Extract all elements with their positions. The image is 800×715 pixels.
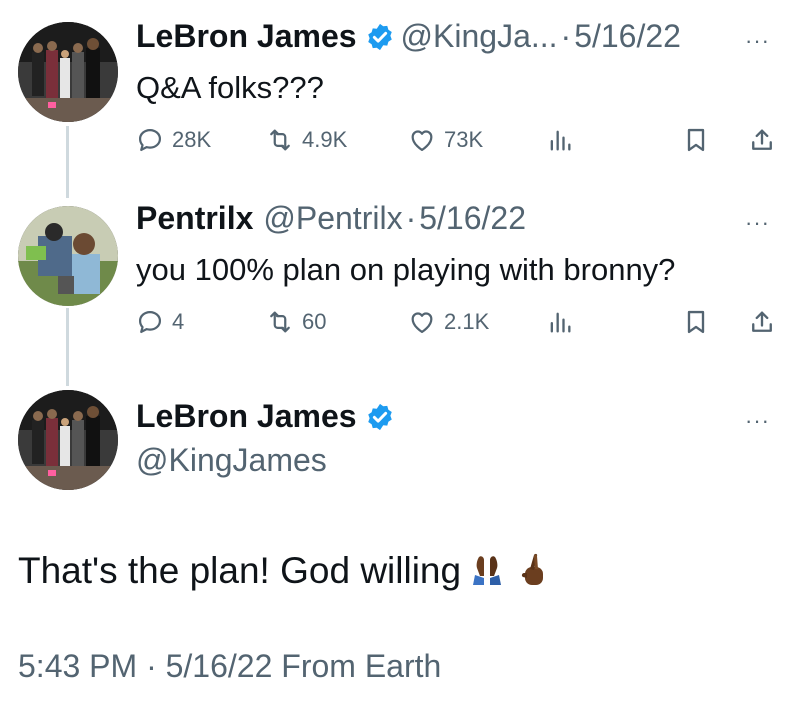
verified-badge-icon: [365, 22, 395, 52]
avatar-lebron[interactable]: [18, 390, 118, 490]
retweet-count: 4.9K: [302, 127, 348, 152]
thread-line: [66, 308, 69, 386]
main-tweet-header: LeBron James: [136, 398, 401, 435]
author-handle[interactable]: @KingJames: [136, 442, 327, 479]
folded-hands-emoji: [467, 551, 507, 591]
views-button[interactable]: [546, 302, 582, 342]
avatar-pentrilx[interactable]: [18, 206, 118, 306]
reply-icon: [138, 128, 162, 152]
retweet-count: 60: [302, 309, 327, 334]
bookmark-button[interactable]: [682, 120, 718, 160]
thread-line: [66, 126, 69, 198]
separator-dot: ·: [560, 18, 572, 54]
bookmark-icon: [687, 310, 705, 334]
more-options-icon[interactable]: ···: [745, 28, 770, 54]
bookmark-button[interactable]: [682, 302, 718, 342]
like-count: 2.1K: [444, 309, 490, 334]
verified-badge-icon: [365, 402, 395, 432]
views-icon: [550, 312, 571, 333]
separator-dot: ·: [405, 200, 417, 236]
retweet-icon: [270, 129, 290, 151]
like-count: 73K: [444, 127, 484, 152]
avatar-lebron[interactable]: [18, 22, 118, 122]
tweet-text: Q&A folks???: [136, 70, 324, 105]
share-icon: [752, 129, 772, 150]
share-icon: [752, 311, 772, 332]
tweet-text: That's the plan! God willing: [18, 550, 462, 591]
retweet-icon: [270, 311, 290, 333]
more-options-icon[interactable]: ···: [745, 210, 770, 236]
retweet-button[interactable]: 60: [266, 302, 326, 342]
like-icon: [411, 130, 433, 152]
tweet1-header: LeBron James @KingJa... · 5/16/22: [136, 18, 681, 55]
reply-button[interactable]: 28K: [136, 120, 211, 160]
crossed-fingers-emoji: [513, 551, 553, 591]
tweet2-header: Pentrilx @Pentrilx · 5/16/22: [136, 200, 526, 237]
author-handle[interactable]: @KingJa...: [401, 18, 558, 55]
main-tweet-text: That's the plan! God willing: [18, 550, 553, 592]
reply-icon: [138, 310, 162, 334]
retweet-button[interactable]: 4.9K: [266, 120, 347, 160]
reply-count: 28K: [172, 127, 212, 152]
like-icon: [411, 312, 433, 334]
like-button[interactable]: 2.1K: [408, 302, 489, 342]
author-handle[interactable]: @Pentrilx: [263, 200, 402, 237]
author-name[interactable]: Pentrilx: [136, 200, 253, 237]
author-name[interactable]: LeBron James: [136, 398, 357, 435]
tweet2-actions: 4 60 2.1K: [136, 302, 782, 342]
share-button[interactable]: [748, 302, 784, 342]
views-button[interactable]: [546, 120, 582, 160]
like-button[interactable]: 73K: [408, 120, 483, 160]
tweet1-actions: 28K 4.9K 73K: [136, 120, 782, 160]
share-button[interactable]: [748, 120, 784, 160]
reply-count: 4: [172, 309, 185, 334]
tweet-timestamp[interactable]: 5:43 PM · 5/16/22 From Earth: [18, 648, 441, 685]
tweet-date[interactable]: 5/16/22: [574, 18, 681, 55]
more-options-icon[interactable]: ···: [745, 408, 770, 434]
views-icon: [550, 130, 571, 151]
reply-button[interactable]: 4: [136, 302, 184, 342]
tweet-date[interactable]: 5/16/22: [419, 200, 526, 237]
author-name[interactable]: LeBron James: [136, 18, 357, 55]
bookmark-icon: [687, 128, 705, 152]
tweet-text: you 100% plan on playing with bronny?: [136, 252, 676, 287]
